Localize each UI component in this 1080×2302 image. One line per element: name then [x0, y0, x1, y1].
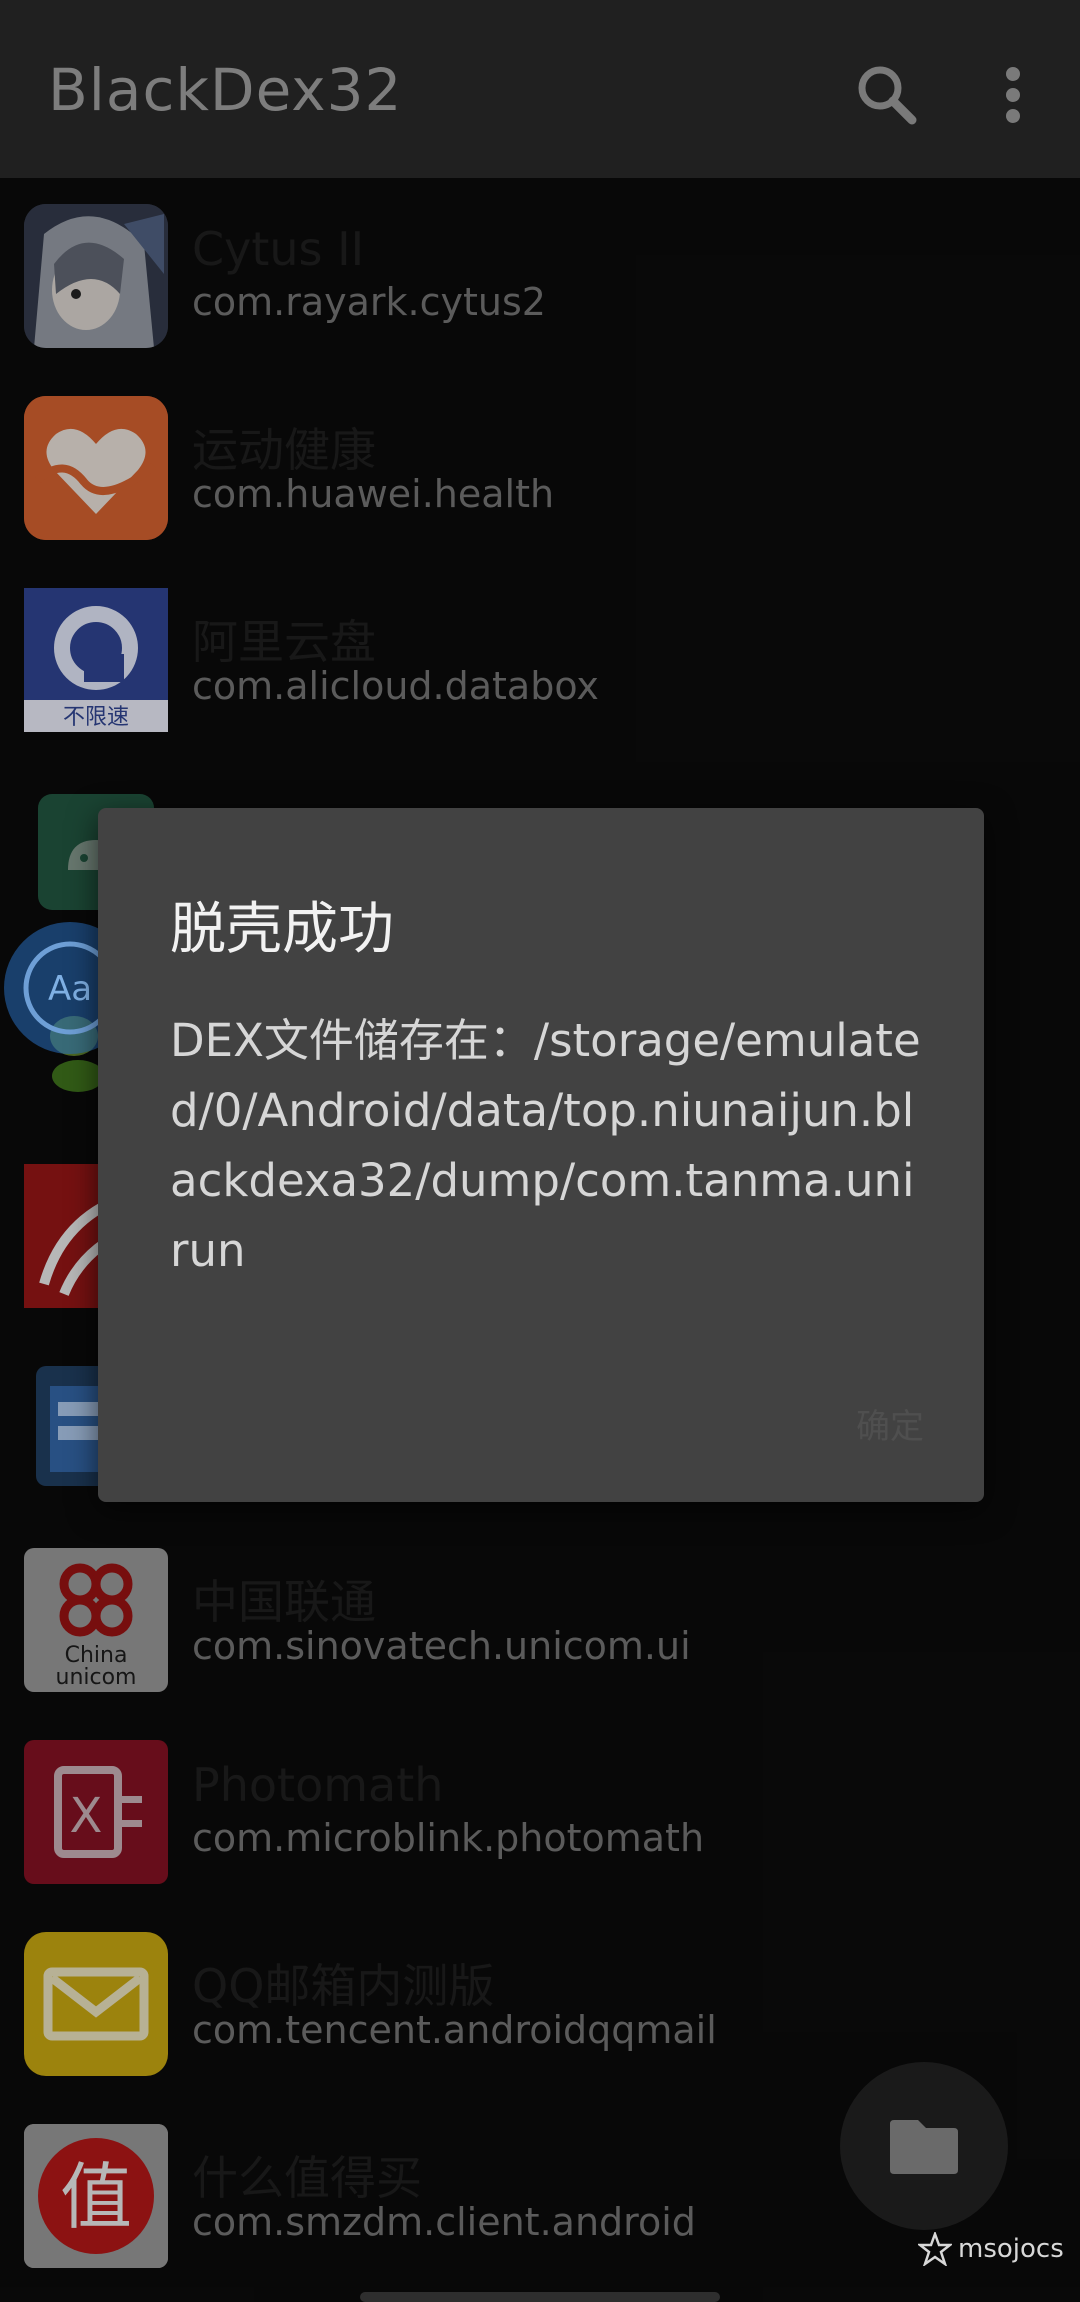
app-title: BlackDex32: [48, 56, 403, 124]
search-button[interactable]: [852, 60, 922, 130]
confirm-button[interactable]: 确定: [856, 1399, 924, 1448]
watermark-text: msojocs: [958, 2234, 1064, 2264]
overflow-menu-button[interactable]: [978, 60, 1048, 130]
dialog-title: 脱壳成功: [170, 897, 394, 962]
watermark: msojocs: [918, 2232, 1064, 2266]
star-logo-icon: [918, 2232, 952, 2266]
search-icon: [858, 66, 917, 125]
folder-icon: [890, 2120, 958, 2174]
app-bar: BlackDex32: [0, 0, 1080, 178]
home-indicator[interactable]: [360, 2292, 720, 2302]
more-vert-icon: [1006, 67, 1020, 123]
dialog-message: DEX文件储存在：/storage/emulated/0/Android/dat…: [170, 1014, 921, 1277]
svg-text:Aa: Aa: [48, 969, 92, 1009]
open-folder-fab[interactable]: [840, 2062, 1008, 2230]
unpack-success-dialog: 脱壳成功 DEX文件储存在：/storage/emulated/0/Androi…: [98, 808, 984, 1502]
